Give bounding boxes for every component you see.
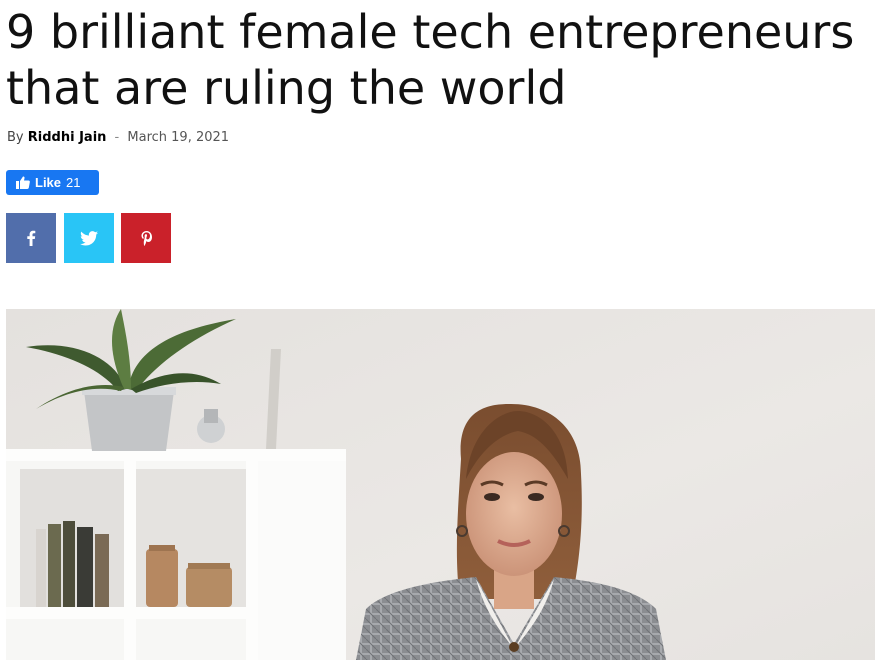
title-line-2: that are ruling the world xyxy=(6,61,567,115)
publish-date: March 19, 2021 xyxy=(127,130,230,145)
hero-image xyxy=(6,309,875,660)
article-title: 9 brilliant female tech entrepreneurs th… xyxy=(6,4,866,116)
author-link[interactable]: Riddhi Jain xyxy=(28,130,107,145)
like-count: 21 xyxy=(66,175,81,190)
like-label: Like xyxy=(35,175,62,190)
thumbs-up-icon xyxy=(16,176,30,189)
twitter-icon xyxy=(80,230,98,246)
share-facebook-button[interactable] xyxy=(6,213,56,263)
by-label: By xyxy=(7,130,24,145)
share-twitter-button[interactable] xyxy=(64,213,114,263)
byline-separator: - xyxy=(114,130,120,145)
pinterest-icon xyxy=(141,230,152,246)
byline: By Riddhi Jain - March 19, 2021 xyxy=(7,130,229,145)
title-line-1: 9 brilliant female tech entrepreneurs xyxy=(6,5,855,59)
facebook-like-button[interactable]: Like 21 xyxy=(6,170,99,195)
facebook-icon xyxy=(27,230,36,246)
share-pinterest-button[interactable] xyxy=(121,213,171,263)
